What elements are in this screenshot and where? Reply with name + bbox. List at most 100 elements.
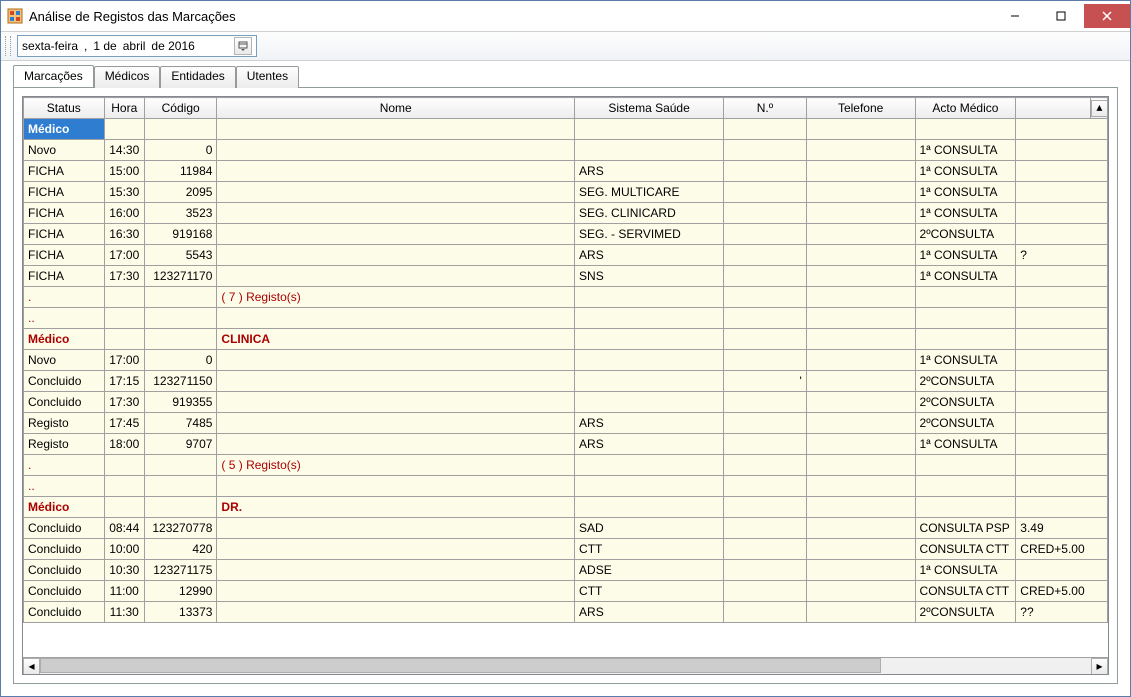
cell: Concluido (24, 539, 105, 560)
cell: FICHA (24, 161, 105, 182)
cell: 2095 (144, 182, 217, 203)
table-row[interactable]: Registo17:457485ARS2ºCONSULTA (24, 413, 1108, 434)
col-header-no[interactable]: N.º (724, 98, 807, 119)
cell (806, 119, 915, 140)
table-row[interactable]: FICHA16:003523SEG. CLINICARD1ª CONSULTA (24, 203, 1108, 224)
col-header-codigo[interactable]: Código (144, 98, 217, 119)
cell (217, 476, 575, 497)
hscroll-track[interactable] (40, 658, 1091, 675)
cell: Concluido (24, 518, 105, 539)
table-row[interactable]: Novo17:0001ª CONSULTA (24, 350, 1108, 371)
cell: SAD (575, 518, 724, 539)
table-row[interactable]: MédicoDR. (24, 497, 1108, 518)
maximize-button[interactable] (1038, 4, 1084, 28)
table-row[interactable]: .. (24, 308, 1108, 329)
table-row[interactable]: FICHA15:302095SEG. MULTICARE1ª CONSULTA (24, 182, 1108, 203)
col-header-extra[interactable] (1016, 98, 1091, 119)
cell (144, 119, 217, 140)
date-picker[interactable]: sexta-feira , 1 de abril de 2016 (17, 35, 257, 57)
cell (217, 434, 575, 455)
col-header-hora[interactable]: Hora (104, 98, 144, 119)
horizontal-scrollbar[interactable]: ◂ ▸ (23, 657, 1108, 674)
cell: 15:00 (104, 161, 144, 182)
cell (806, 560, 915, 581)
tab-entidades[interactable]: Entidades (160, 66, 235, 88)
col-header-sistema[interactable]: Sistema Saúde (575, 98, 724, 119)
tab-marcações[interactable]: Marcações (13, 65, 94, 87)
cell: 10:00 (104, 539, 144, 560)
cell (724, 161, 807, 182)
hscroll-left-arrow[interactable]: ◂ (23, 658, 40, 675)
cell: Novo (24, 350, 105, 371)
cell: CTT (575, 539, 724, 560)
col-header-nome[interactable]: Nome (217, 98, 575, 119)
cell (724, 140, 807, 161)
cell: 0 (144, 140, 217, 161)
tab-médicos[interactable]: Médicos (94, 66, 161, 88)
minimize-button[interactable] (992, 4, 1038, 28)
cell: FICHA (24, 182, 105, 203)
table-row[interactable]: Concluido11:0012990CTTCONSULTA CTTCRED+5… (24, 581, 1108, 602)
cell (217, 308, 575, 329)
cell (806, 392, 915, 413)
table-row[interactable]: Concluido10:00420CTTCONSULTA CTTCRED+5.0… (24, 539, 1108, 560)
cell (217, 161, 575, 182)
col-header-telefone[interactable]: Telefone (806, 98, 915, 119)
cell (1016, 182, 1108, 203)
date-picker-dropdown-button[interactable] (234, 37, 252, 55)
cell: . (24, 455, 105, 476)
cell (806, 371, 915, 392)
cell (575, 497, 724, 518)
hscroll-right-arrow[interactable]: ▸ (1091, 658, 1108, 675)
close-button[interactable] (1084, 4, 1130, 28)
cell (1016, 161, 1108, 182)
cell: 1ª CONSULTA (915, 140, 1016, 161)
cell: 15:30 (104, 182, 144, 203)
table-row[interactable]: Médico (24, 119, 1108, 140)
tab-utentes[interactable]: Utentes (236, 66, 299, 88)
table-row[interactable]: Concluido17:15123271150'2ºCONSULTA (24, 371, 1108, 392)
table-row[interactable]: .( 7 ) Registo(s) (24, 287, 1108, 308)
cell: 17:45 (104, 413, 144, 434)
cell: 0 (144, 350, 217, 371)
cell: CONSULTA PSP (915, 518, 1016, 539)
cell (1016, 392, 1108, 413)
table-row[interactable]: Concluido08:44123270778SADCONSULTA PSP3.… (24, 518, 1108, 539)
table-row[interactable]: MédicoCLINICA (24, 329, 1108, 350)
col-header-status[interactable]: Status (24, 98, 105, 119)
table-row[interactable]: Novo14:3001ª CONSULTA (24, 140, 1108, 161)
hscroll-thumb[interactable] (40, 658, 881, 673)
cell (724, 476, 807, 497)
toolbar: sexta-feira , 1 de abril de 2016 (1, 31, 1130, 61)
table-row[interactable]: Concluido17:309193552ºCONSULTA (24, 392, 1108, 413)
table-row[interactable]: Registo18:009707ARS1ª CONSULTA (24, 434, 1108, 455)
table-row[interactable]: .( 5 ) Registo(s) (24, 455, 1108, 476)
table-row[interactable]: Concluido10:30123271175ADSE1ª CONSULTA (24, 560, 1108, 581)
table-row[interactable]: .. (24, 476, 1108, 497)
cell (724, 266, 807, 287)
cell (1016, 497, 1108, 518)
scroll-up-button[interactable]: ▴ (1090, 98, 1107, 119)
cell: Concluido (24, 392, 105, 413)
cell (217, 602, 575, 623)
cell (806, 413, 915, 434)
cell (724, 224, 807, 245)
cell (144, 476, 217, 497)
cell: CONSULTA CTT (915, 539, 1016, 560)
cell (724, 203, 807, 224)
table-row[interactable]: FICHA16:30919168SEG. - SERVIMED2ºCONSULT… (24, 224, 1108, 245)
app-icon (7, 8, 23, 24)
cell: 14:30 (104, 140, 144, 161)
cell (806, 539, 915, 560)
table-row[interactable]: FICHA15:0011984ARS1ª CONSULTA (24, 161, 1108, 182)
table-row[interactable]: Concluido11:3013373ARS2ºCONSULTA?? (24, 602, 1108, 623)
cell: 1ª CONSULTA (915, 266, 1016, 287)
cell (806, 140, 915, 161)
cell (104, 476, 144, 497)
table-row[interactable]: FICHA17:30123271170SNS1ª CONSULTA (24, 266, 1108, 287)
cell (217, 539, 575, 560)
cell: 1ª CONSULTA (915, 245, 1016, 266)
col-header-acto[interactable]: Acto Médico (915, 98, 1016, 119)
table-row[interactable]: FICHA17:005543ARS1ª CONSULTA? (24, 245, 1108, 266)
cell (724, 413, 807, 434)
